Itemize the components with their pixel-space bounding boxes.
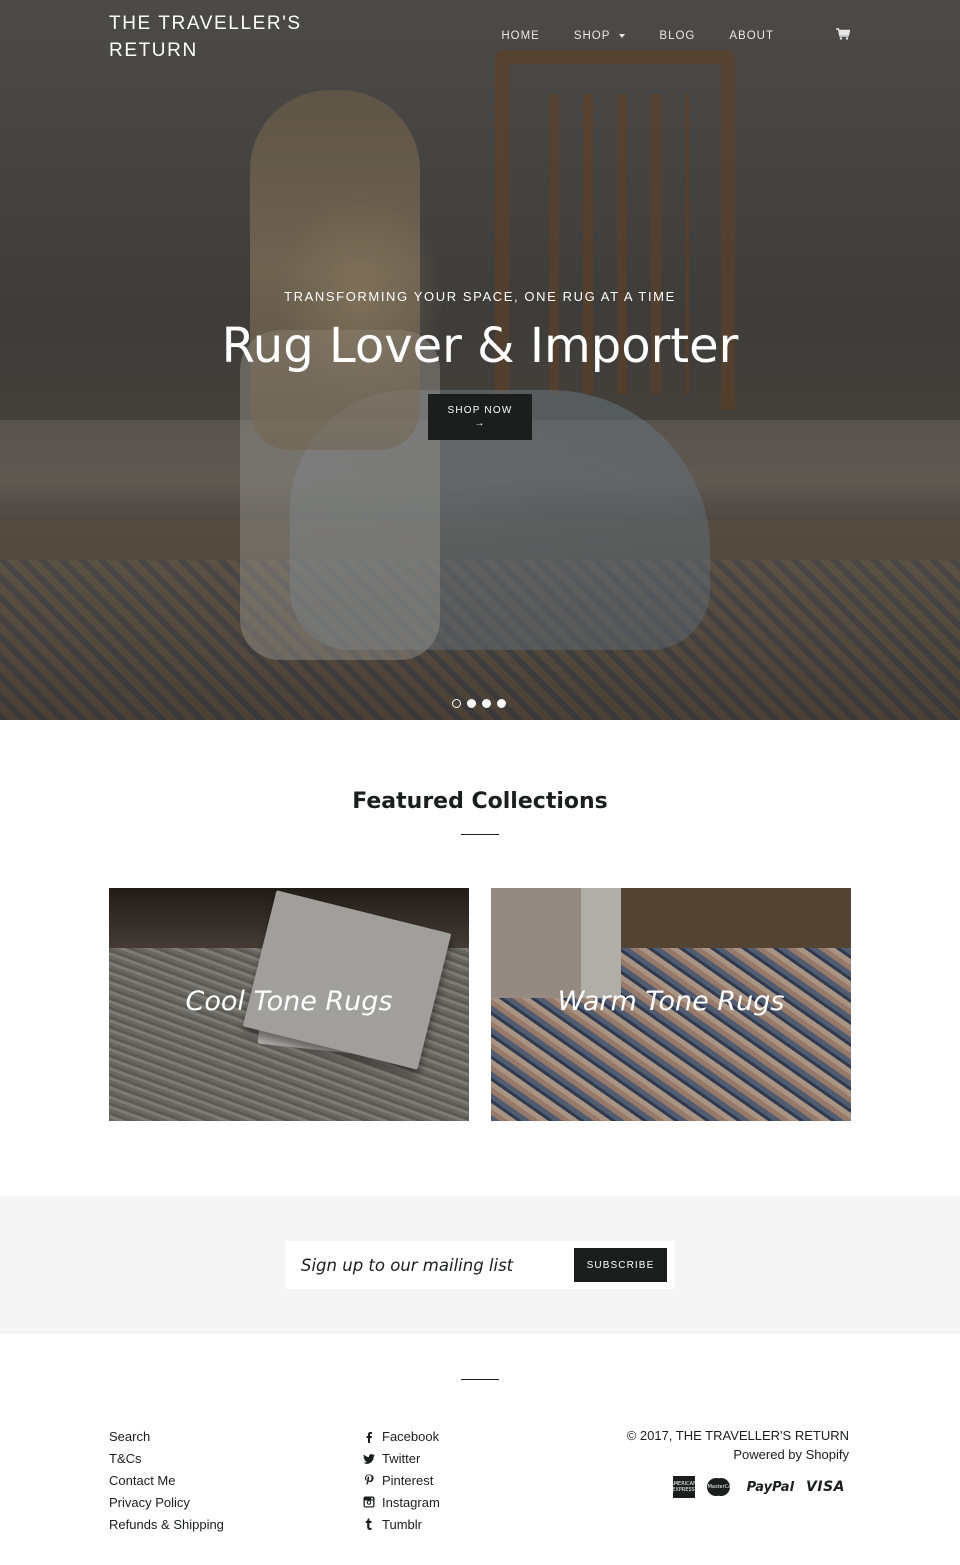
shop-now-button[interactable]: SHOP NOW → <box>428 394 532 440</box>
nav-home[interactable]: HOME <box>501 30 540 42</box>
main-nav: HOME SHOP BLOG ABOUT <box>467 28 850 42</box>
facebook-icon <box>366 1431 372 1443</box>
footer-links: Search T&Cs Contact Me Privacy Policy Re… <box>109 1426 224 1535</box>
footer-link-contact[interactable]: Contact Me <box>109 1470 224 1492</box>
pinterest-icon <box>365 1474 374 1486</box>
social-tumblr[interactable]: Tumblr <box>363 1513 440 1535</box>
visa-icon: VISA <box>806 1479 845 1495</box>
social-pinterest[interactable]: Pinterest <box>363 1470 440 1492</box>
mastercard-label: MasterCard <box>707 1484 737 1490</box>
powered-by-link[interactable]: Powered by Shopify <box>627 1445 849 1464</box>
nav-about[interactable]: ABOUT <box>729 30 774 42</box>
nav-shop[interactable]: SHOP <box>574 30 626 42</box>
payment-icons: AMERICAN EXPRESS MasterCard PayPal VISA <box>661 1476 845 1498</box>
hero-slideshow: THE TRAVELLER'S RETURN HOME SHOP BLOG AB… <box>0 0 960 720</box>
footer-legal: © 2017, THE TRAVELLER'S RETURN Powered b… <box>627 1426 849 1464</box>
amex-icon: AMERICAN EXPRESS <box>670 1476 697 1498</box>
social-facebook[interactable]: Facebook <box>363 1426 440 1448</box>
social-label: Pinterest <box>382 1472 434 1488</box>
slide-dot[interactable] <box>497 699 506 708</box>
social-label: Facebook <box>382 1429 440 1445</box>
footer-link-privacy[interactable]: Privacy Policy <box>109 1491 224 1513</box>
footer-social: Facebook Twitter Pinterest Instagram Tum… <box>363 1426 440 1535</box>
subscribe-button[interactable]: SUBSCRIBE <box>574 1248 667 1282</box>
collection-label: Cool Tone Rugs <box>185 986 393 1017</box>
hero-title: Rug Lover & Importer <box>221 318 739 374</box>
slide-dots <box>452 699 512 708</box>
cart-icon <box>836 28 850 40</box>
social-twitter[interactable]: Twitter <box>363 1448 440 1470</box>
social-label: Twitter <box>382 1451 421 1467</box>
slide-dot[interactable] <box>482 699 491 708</box>
amex-label: AMERICAN EXPRESS <box>670 1481 697 1493</box>
nav-home-label: HOME <box>501 30 540 42</box>
collection-cool-tone[interactable]: Cool Tone Rugs <box>109 888 469 1121</box>
footer-link-refunds[interactable]: Refunds & Shipping <box>109 1513 224 1535</box>
email-field[interactable] <box>301 1241 571 1289</box>
hero-subtitle: TRANSFORMING YOUR SPACE, ONE RUG AT A TI… <box>284 289 676 304</box>
social-label: Instagram <box>382 1494 440 1510</box>
shop-now-label: SHOP NOW <box>447 405 513 416</box>
arrow-right-icon: → <box>474 418 486 429</box>
newsletter-form: SUBSCRIBE <box>285 1241 675 1289</box>
slide-dot[interactable] <box>467 699 476 708</box>
instagram-icon <box>363 1496 375 1508</box>
social-instagram[interactable]: Instagram <box>363 1491 440 1513</box>
nav-blog-label: BLOG <box>659 30 696 42</box>
slide-dot[interactable] <box>452 699 461 708</box>
chevron-down-icon <box>619 34 626 38</box>
featured-collections-title: Featured Collections <box>352 789 608 814</box>
paypal-icon: PayPal <box>746 1479 795 1495</box>
collection-label: Warm Tone Rugs <box>557 986 785 1017</box>
twitter-icon <box>363 1453 375 1464</box>
cart-button[interactable] <box>808 28 850 42</box>
site-logo[interactable]: THE TRAVELLER'S RETURN <box>109 10 339 64</box>
tumblr-icon <box>365 1518 372 1531</box>
footer-divider <box>461 1379 499 1380</box>
collection-warm-tone[interactable]: Warm Tone Rugs <box>491 888 851 1121</box>
copyright-text: © 2017, THE TRAVELLER'S RETURN <box>626 1428 849 1443</box>
footer-link-search[interactable]: Search <box>109 1426 224 1448</box>
title-divider <box>461 834 499 835</box>
nav-shop-label: SHOP <box>573 30 611 42</box>
nav-about-label: ABOUT <box>729 30 774 42</box>
nav-blog[interactable]: BLOG <box>659 30 695 42</box>
footer-link-terms[interactable]: T&Cs <box>109 1448 224 1470</box>
mastercard-icon: MasterCard <box>706 1478 737 1496</box>
social-label: Tumblr <box>382 1516 422 1532</box>
newsletter-section: SUBSCRIBE <box>0 1196 960 1334</box>
